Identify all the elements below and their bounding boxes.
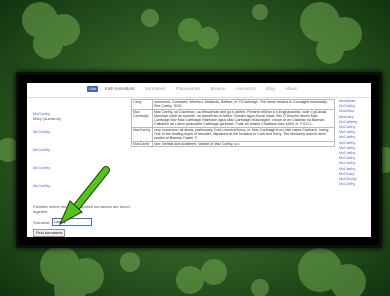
list-item[interactable]: McCarthy — [33, 183, 50, 188]
list-item[interactable]: McCarthy — [33, 147, 50, 152]
search-note: Families where incorrectly spelled surna… — [33, 204, 130, 214]
nav-item-blog[interactable]: Blog — [266, 86, 275, 91]
description-cell: Mac Carthy, ua Caomhan, ua Mhaolmuin and… — [152, 108, 335, 128]
browser-screenshot-frame: Like Irish Ancestors Surnames Placenames… — [16, 72, 382, 248]
surname-cell: Mac Carthaigh — [131, 108, 153, 128]
description-cell: very numerous; all areas, particularly C… — [152, 126, 335, 142]
related-surnames-list: McAlistair McCarthy McArthur McAuley McC… — [339, 99, 369, 187]
table-row: Carty numerous; Connacht, Wexford, Midla… — [131, 99, 335, 110]
surname-cell: Carty — [131, 99, 153, 110]
web-page: Like Irish Ancestors Surnames Placenames… — [27, 83, 371, 237]
surname-table: Carty numerous; Connacht, Wexford, Midla… — [131, 99, 335, 147]
list-item[interactable]: McCarthy — [33, 165, 50, 170]
nav-item-about[interactable]: About — [285, 86, 297, 91]
description-cell: numerous; Connacht, Wexford, Midlands, B… — [152, 99, 335, 110]
nav-item-placenames[interactable]: Placenames — [176, 86, 201, 91]
list-item[interactable]: McCarthy — [33, 129, 50, 134]
description-cell: rare; Belfast and scattered. Variant of … — [152, 140, 335, 147]
table-row: MacCarthy very numerous; all areas, part… — [131, 126, 335, 142]
surname-cell: MacCartie — [131, 140, 153, 147]
find-surnames-button[interactable]: Find surnames — [33, 229, 66, 237]
related-surname-link[interactable]: McCarthy — [339, 182, 369, 187]
nav-item-browse[interactable]: Browse — [211, 86, 226, 91]
list-item-sub: Mary (surname) — [33, 116, 62, 121]
surname-label: Surname: — [33, 220, 51, 225]
table-row: MacCartie rare; Belfast and scattered. V… — [131, 140, 335, 147]
table-row: Mac Carthaigh Mac Carthy, ua Caomhan, ua… — [131, 108, 335, 128]
top-navigation: Like Irish Ancestors Surnames Placenames… — [27, 83, 371, 98]
surname-search-input[interactable]: Lavaty — [52, 218, 92, 226]
nav-item-surnames[interactable]: Surnames — [145, 86, 166, 91]
nav-menu: Irish Ancestors Surnames Placenames Brow… — [105, 86, 306, 91]
nav-item-ancestors[interactable]: Ancestors — [236, 86, 256, 91]
like-button[interactable]: Like — [87, 86, 99, 92]
nav-item-irish-ancestors[interactable]: Irish Ancestors — [105, 86, 135, 91]
surname-cell: MacCarthy — [131, 126, 153, 142]
